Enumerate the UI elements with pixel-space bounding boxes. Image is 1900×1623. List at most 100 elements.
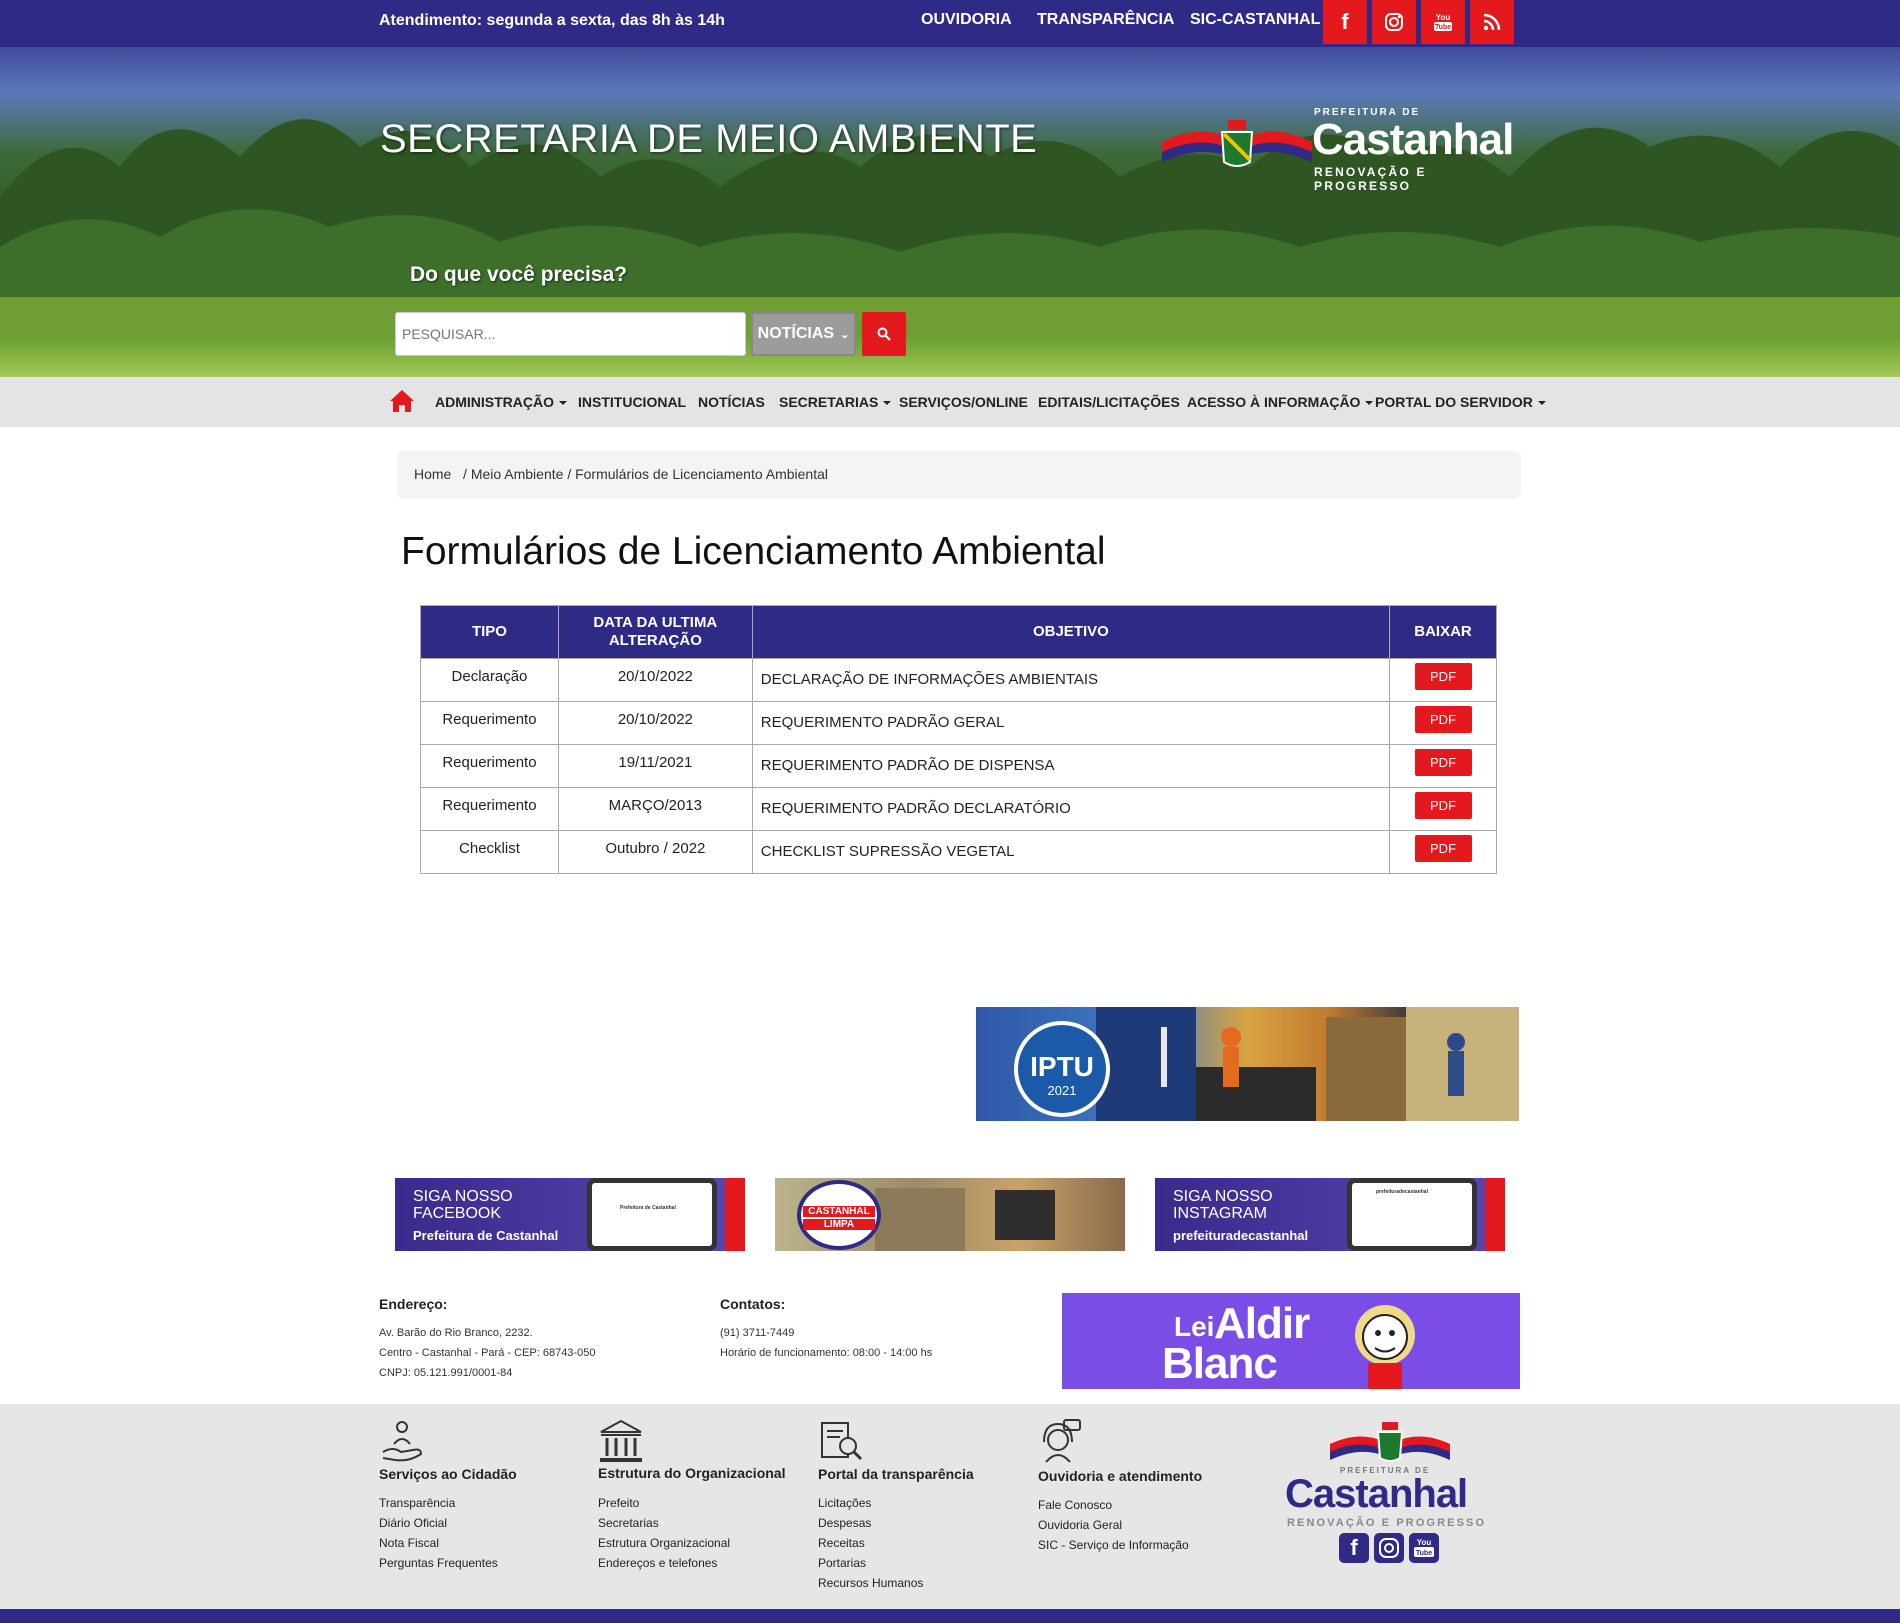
pdf-download-button[interactable]: PDF	[1414, 792, 1472, 819]
footer-link-sic[interactable]: SIC - Serviço de Informação	[1038, 1538, 1189, 1552]
sic-castanhal-link[interactable]: SIC-CASTANHAL	[1190, 11, 1320, 29]
breadcrumb-home[interactable]: Home	[414, 466, 451, 482]
rss-button[interactable]	[1470, 0, 1514, 44]
hero-banner: SECRETARIA DE MEIO AMBIENTE Do que você …	[0, 47, 1900, 377]
footer-link-transparencia[interactable]: Transparência	[379, 1496, 455, 1510]
pdf-download-button[interactable]: PDF	[1414, 663, 1472, 690]
aldir-blanc-portrait	[1355, 1305, 1415, 1389]
footer-col-servicos-title: Serviços ao Cidadão	[379, 1466, 517, 1482]
facebook-phone-card: Prefeitura de Castanhal	[620, 1205, 676, 1211]
footer-col-estrutura-title: Estrutura do Organizacional	[598, 1465, 786, 1481]
footer-link-licitacoes[interactable]: Licitações	[818, 1496, 871, 1510]
footer-link-diario-oficial[interactable]: Diário Oficial	[379, 1516, 447, 1530]
breadcrumb-meio-ambiente[interactable]: Meio Ambiente	[471, 466, 564, 482]
footer-link-prefeito[interactable]: Prefeito	[598, 1496, 639, 1510]
castanhal-logo[interactable]: PREFEITURA DE Castanhal RENOVAÇÃO E PROG…	[1162, 107, 1522, 217]
pdf-download-button[interactable]: PDF	[1414, 749, 1472, 776]
cell-objetivo: DECLARAÇÃO DE INFORMAÇÕES AMBIENTAIS	[751, 658, 1391, 702]
transparencia-link[interactable]: TRANSPARÊNCIA	[1037, 11, 1174, 29]
footer-link-estrutura-organizacional[interactable]: Estrutura Organizacional	[598, 1536, 730, 1550]
limpa-line2: LIMPA	[803, 1219, 875, 1230]
caret-down-icon	[559, 401, 567, 406]
footer-link-recursos-humanos[interactable]: Recursos Humanos	[818, 1576, 923, 1590]
search-category-select[interactable]: NOTÍCIAS ⌄	[751, 312, 856, 356]
facebook-banner-line1: SIGA NOSSO	[413, 1188, 513, 1205]
ouvidoria-link[interactable]: OUVIDORIA	[921, 11, 1012, 29]
instagram-button[interactable]	[1372, 0, 1416, 44]
footer-links: Serviços ao Cidadão Transparência Diário…	[0, 1404, 1900, 1609]
cell-tipo: Requerimento	[420, 787, 559, 831]
cell-data: 20/10/2022	[557, 701, 753, 745]
footer-link-ouvidoria-geral[interactable]: Ouvidoria Geral	[1038, 1518, 1122, 1532]
footer-castanhal-logo[interactable]: PREFEITURA DE Castanhal RENOVAÇÃO E PROG…	[1285, 1418, 1495, 1563]
facebook-banner[interactable]: SIGA NOSSO FACEBOOK Prefeitura de Castan…	[395, 1178, 745, 1251]
document-search-icon	[821, 1422, 863, 1461]
pdf-download-button[interactable]: PDF	[1414, 706, 1472, 733]
lei-aldir-blanc-banner[interactable]: Lei Aldir Blanc	[1062, 1293, 1520, 1389]
limpa-line1: CASTANHAL	[803, 1206, 875, 1217]
service-hours: Atendimento: segunda a sexta, das 8h às …	[379, 12, 725, 29]
search-button[interactable]	[862, 312, 906, 356]
footer-link-portarias[interactable]: Portarias	[818, 1556, 866, 1570]
nav-item-noticias[interactable]: NOTÍCIAS	[698, 394, 765, 410]
footer-link-despesas[interactable]: Despesas	[818, 1516, 871, 1530]
footer-col-transparencia-title: Portal da transparência	[818, 1466, 974, 1482]
home-icon[interactable]	[389, 389, 415, 413]
nav-item-institucional[interactable]: INSTITUCIONAL	[578, 394, 686, 410]
forest-background	[0, 119, 1900, 337]
hand-person-icon	[382, 1421, 423, 1462]
iptu-banner[interactable]: IPTU 2021	[976, 1007, 1519, 1121]
facebook-button[interactable]: f	[1323, 0, 1367, 44]
footer-social-facebook[interactable]: f	[1339, 1533, 1369, 1563]
nav-item-editais-licitacoes[interactable]: EDITAIS/LICITAÇÕES	[1038, 394, 1180, 410]
nav-item-acesso-informacao[interactable]: ACESSO À INFORMAÇÃO	[1187, 394, 1374, 410]
nav-item-portal-servidor[interactable]: PORTAL DO SERVIDOR	[1375, 394, 1546, 410]
search-question: Do que você precisa?	[410, 263, 628, 286]
footer-link-fale-conosco[interactable]: Fale Conosco	[1038, 1498, 1112, 1512]
cell-data: Outubro / 2022	[557, 830, 753, 874]
cell-tipo: Declaração	[420, 658, 559, 702]
instagram-banner-line2: INSTAGRAM	[1173, 1205, 1267, 1222]
rss-icon	[1483, 13, 1501, 31]
instagram-banner[interactable]: SIGA NOSSO INSTAGRAM prefeituradecastanh…	[1155, 1178, 1505, 1251]
nav-item-servicos-online[interactable]: SERVIÇOS/ONLINE	[899, 394, 1028, 410]
phone-mockup: Prefeitura de Castanhal	[587, 1178, 717, 1251]
footer-link-perguntas[interactable]: Perguntas Frequentes	[379, 1556, 498, 1570]
contact-phone: (91) 3711-7449	[720, 1327, 795, 1339]
cell-objetivo: REQUERIMENTO PADRÃO DE DISPENSA	[751, 744, 1391, 788]
footer-logo-name: Castanhal	[1285, 1472, 1468, 1516]
table-row: Requerimento 20/10/2022 REQUERIMENTO PAD…	[420, 701, 1497, 745]
cell-tipo: Checklist	[420, 830, 559, 874]
search-input[interactable]	[395, 312, 746, 356]
table-row: Requerimento MARÇO/2013 REQUERIMENTO PAD…	[420, 787, 1497, 831]
footer-social-youtube[interactable]: You Tube	[1409, 1533, 1439, 1563]
cell-objetivo: CHECKLIST SUPRESSÃO VEGETAL	[751, 830, 1391, 874]
footer-logo-tagline: RENOVAÇÃO E PROGRESSO	[1287, 1517, 1487, 1529]
cell-data: 20/10/2022	[557, 658, 753, 702]
table-header-row: TIPO DATA DA ULTIMA ALTERAÇÃO OBJETIVO B…	[420, 605, 1497, 659]
footer-link-enderecos[interactable]: Endereços e telefones	[598, 1556, 717, 1570]
nav-item-administracao[interactable]: ADMINISTRAÇÃO	[435, 394, 567, 410]
facebook-banner-line3: Prefeitura de Castanhal	[413, 1228, 559, 1243]
headset-icon	[1043, 1419, 1081, 1463]
cell-tipo: Requerimento	[420, 701, 559, 745]
hero-title: SECRETARIA DE MEIO AMBIENTE	[380, 117, 1038, 161]
castanhal-limpa-banner[interactable]: CASTANHAL LIMPA	[775, 1178, 1125, 1251]
svg-text:Tube: Tube	[1416, 1550, 1432, 1557]
cell-objetivo: REQUERIMENTO PADRÃO DECLARATÓRIO	[751, 787, 1391, 831]
footer-link-receitas[interactable]: Receitas	[818, 1536, 865, 1550]
instagram-phone-card: prefeituradecastanhal	[1376, 1189, 1428, 1195]
logo-name: Castanhal	[1312, 115, 1514, 164]
youtube-button[interactable]: You Tube	[1421, 0, 1465, 44]
nav-item-secretarias[interactable]: SECRETARIAS	[779, 394, 892, 410]
footer-link-secretarias[interactable]: Secretarias	[598, 1516, 659, 1530]
footer-link-nota-fiscal[interactable]: Nota Fiscal	[379, 1536, 439, 1550]
caret-down-icon	[883, 401, 892, 406]
footer-social-instagram[interactable]	[1374, 1533, 1404, 1563]
iptu-title: IPTU	[1030, 1051, 1094, 1082]
castanhal-emblem-icon	[1162, 120, 1312, 167]
caret-down-icon	[1365, 401, 1374, 406]
pdf-download-button[interactable]: PDF	[1414, 835, 1472, 862]
breadcrumb-current: Formulários de Licenciamento Ambiental	[575, 466, 828, 482]
caret-down-icon	[1537, 401, 1546, 406]
